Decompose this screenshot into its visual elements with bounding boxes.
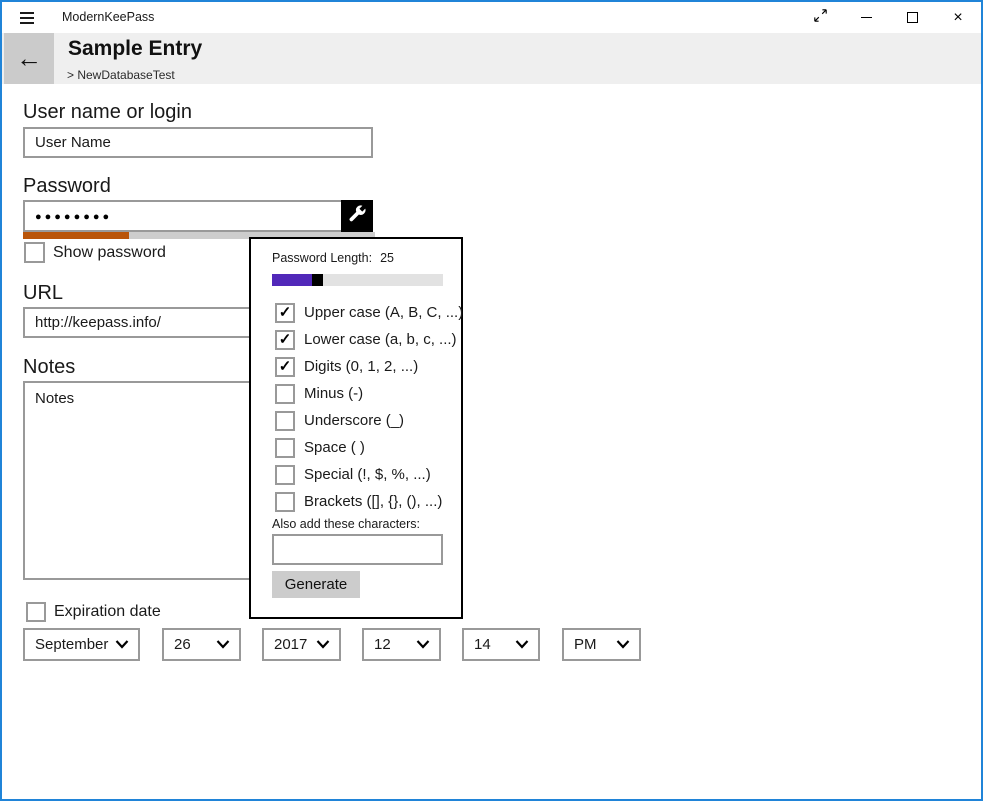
notes-label: Notes — [23, 356, 75, 379]
maximize-icon — [907, 12, 918, 23]
expiration-date-label: Expiration date — [54, 603, 161, 621]
password-label: Password — [23, 175, 111, 198]
lowercase-label: Lower case (a, b, c, ...) — [304, 331, 457, 348]
option-row-uppercase: ✓ Upper case (A, B, C, ...) — [275, 302, 463, 323]
url-label: URL — [23, 282, 63, 305]
password-strength-fill — [23, 232, 129, 239]
password-masked-value: ●●●●●●●● — [35, 211, 112, 223]
underscore-checkbox[interactable] — [275, 411, 295, 431]
show-password-checkbox[interactable] — [24, 242, 45, 263]
minute-value: 14 — [474, 636, 491, 653]
underscore-label: Underscore (_) — [304, 412, 404, 429]
ampm-value: PM — [574, 636, 597, 653]
generate-button-label: Generate — [285, 576, 348, 593]
password-length-slider[interactable] — [272, 274, 443, 286]
close-icon: × — [953, 10, 962, 26]
also-add-input[interactable] — [272, 534, 443, 565]
minute-dropdown[interactable]: 14 — [462, 628, 540, 661]
uppercase-checkbox[interactable]: ✓ — [275, 303, 295, 323]
page-header: ← Sample Entry > NewDatabaseTest — [2, 33, 981, 84]
option-row-minus: Minus (-) — [275, 383, 363, 404]
option-row-brackets: Brackets ([], {}, (), ...) — [275, 491, 442, 512]
password-input[interactable]: ●●●●●●●● — [23, 200, 373, 232]
option-row-special: Special (!, $, %, ...) — [275, 464, 431, 485]
app-window: ModernKeePass × ← Sample Entry > NewData… — [0, 0, 983, 801]
lowercase-checkbox[interactable]: ✓ — [275, 330, 295, 350]
page-title: Sample Entry — [68, 37, 202, 61]
chevron-down-icon — [416, 636, 430, 653]
chevron-down-icon — [115, 636, 129, 653]
minimize-icon — [861, 17, 872, 18]
back-arrow-icon: ← — [16, 43, 42, 74]
title-bar: ModernKeePass × — [2, 2, 981, 33]
password-generator-button[interactable] — [341, 200, 373, 232]
year-dropdown[interactable]: 2017 — [262, 628, 341, 661]
length-slider-thumb[interactable] — [312, 274, 323, 286]
minus-label: Minus (-) — [304, 385, 363, 402]
month-value: September — [35, 636, 108, 653]
diagonal-resize-icon — [813, 8, 828, 28]
length-slider-fill — [272, 274, 313, 286]
option-row-lowercase: ✓ Lower case (a, b, c, ...) — [275, 329, 457, 350]
minus-checkbox[interactable] — [275, 384, 295, 404]
hamburger-menu-icon[interactable] — [18, 9, 40, 27]
breadcrumb: > NewDatabaseTest — [67, 68, 175, 82]
brackets-label: Brackets ([], {}, (), ...) — [304, 493, 442, 510]
password-length-value: 25 — [380, 251, 394, 265]
username-input[interactable] — [23, 127, 373, 158]
app-title: ModernKeePass — [62, 10, 154, 24]
also-add-label: Also add these characters: — [272, 517, 420, 531]
year-value: 2017 — [274, 636, 307, 653]
minimize-button[interactable] — [843, 2, 889, 33]
close-button[interactable]: × — [935, 2, 981, 33]
fullscreen-button[interactable] — [797, 2, 843, 33]
month-dropdown[interactable]: September — [23, 628, 140, 661]
option-row-digits: ✓ Digits (0, 1, 2, ...) — [275, 356, 418, 377]
password-length-row: Password Length: 25 — [272, 251, 394, 265]
special-checkbox[interactable] — [275, 465, 295, 485]
expiration-date-checkbox[interactable] — [26, 602, 46, 622]
show-password-label: Show password — [53, 244, 166, 262]
chevron-down-icon — [316, 636, 330, 653]
chevron-down-icon — [515, 636, 529, 653]
uppercase-label: Upper case (A, B, C, ...) — [304, 304, 463, 321]
brackets-checkbox[interactable] — [275, 492, 295, 512]
back-button[interactable]: ← — [4, 33, 54, 84]
wrench-icon — [349, 205, 366, 227]
space-checkbox[interactable] — [275, 438, 295, 458]
digits-label: Digits (0, 1, 2, ...) — [304, 358, 418, 375]
maximize-button[interactable] — [889, 2, 935, 33]
digits-checkbox[interactable]: ✓ — [275, 357, 295, 377]
option-row-space: Space ( ) — [275, 437, 365, 458]
chevron-down-icon — [616, 636, 630, 653]
window-controls: × — [797, 2, 981, 33]
hour-dropdown[interactable]: 12 — [362, 628, 441, 661]
day-dropdown[interactable]: 26 — [162, 628, 241, 661]
password-generator-popup: Password Length: 25 ✓ Upper case (A, B, C… — [249, 237, 463, 619]
password-length-label: Password Length: — [272, 251, 372, 265]
day-value: 26 — [174, 636, 191, 653]
special-label: Special (!, $, %, ...) — [304, 466, 431, 483]
space-label: Space ( ) — [304, 439, 365, 456]
hour-value: 12 — [374, 636, 391, 653]
ampm-dropdown[interactable]: PM — [562, 628, 641, 661]
chevron-down-icon — [216, 636, 230, 653]
option-row-underscore: Underscore (_) — [275, 410, 404, 431]
generate-button[interactable]: Generate — [272, 571, 360, 598]
username-label: User name or login — [23, 101, 192, 124]
